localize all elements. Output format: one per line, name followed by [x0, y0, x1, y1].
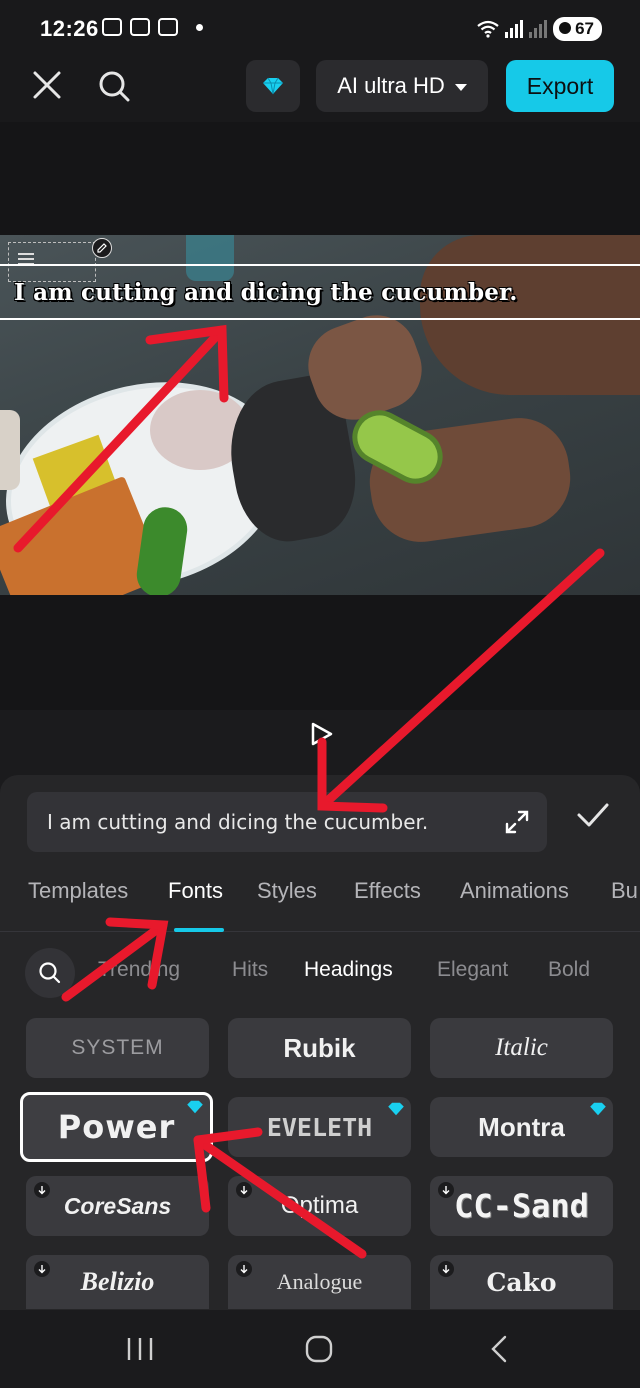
caption-input[interactable]	[47, 804, 487, 840]
expand-icon[interactable]	[504, 809, 530, 835]
home-icon[interactable]	[304, 1334, 334, 1364]
battery-indicator: 67	[553, 17, 602, 41]
quality-label: AI ultra HD	[337, 73, 445, 98]
status-time: 12:26	[40, 16, 99, 41]
search-icon[interactable]	[96, 68, 132, 104]
font-option-cc-sand[interactable]: CC-Sand	[430, 1176, 613, 1236]
font-option-belizio[interactable]: Belizio	[26, 1255, 209, 1309]
status-bar: 12:26 67	[0, 0, 640, 60]
font-option-italic[interactable]: Italic	[430, 1018, 613, 1078]
play-icon[interactable]	[309, 721, 335, 747]
font-option-system[interactable]: SYSTEM	[26, 1018, 209, 1078]
signal-icon-secondary	[529, 20, 548, 38]
tab-fonts[interactable]: Fonts	[168, 878, 223, 904]
caption-overlay-text[interactable]: I am cutting and dicing the cucumber.	[14, 279, 518, 306]
system-navigation-bar	[0, 1310, 640, 1388]
back-icon[interactable]	[488, 1334, 510, 1364]
tab-bubble[interactable]: Bu	[611, 878, 638, 904]
close-icon[interactable]	[30, 68, 64, 102]
system-icons: 67	[477, 17, 602, 41]
category-hits[interactable]: Hits	[232, 958, 268, 982]
font-option-rubik[interactable]: Rubik	[228, 1018, 411, 1078]
font-option-optima[interactable]: Optima	[228, 1176, 411, 1236]
download-icon	[236, 1261, 252, 1277]
pro-diamond-icon	[388, 1102, 404, 1116]
download-icon	[34, 1182, 50, 1198]
export-button[interactable]: Export	[506, 60, 614, 112]
screenshot-icon	[130, 18, 150, 36]
pro-diamond-icon	[590, 1102, 606, 1116]
category-headings[interactable]: Headings	[304, 958, 393, 982]
category-bold[interactable]: Bold	[548, 958, 590, 982]
game-icon	[158, 18, 178, 36]
editor-toolbar: AI ultra HD Export	[0, 60, 640, 122]
download-icon	[438, 1261, 454, 1277]
font-option-cako[interactable]: Cako	[430, 1255, 613, 1309]
edit-icon[interactable]	[92, 238, 112, 258]
font-option-montra[interactable]: Montra	[430, 1097, 613, 1157]
more-dot-icon	[196, 23, 203, 31]
signal-icon	[505, 20, 524, 38]
recents-icon[interactable]	[126, 1336, 154, 1362]
chevron-down-icon	[454, 83, 467, 91]
download-icon	[34, 1261, 50, 1277]
download-icon	[438, 1182, 454, 1198]
quality-dropdown[interactable]: AI ultra HD	[316, 60, 488, 112]
active-tab-indicator	[174, 928, 224, 932]
tab-animations[interactable]: Animations	[460, 878, 569, 904]
wifi-icon	[477, 20, 499, 38]
category-trending[interactable]: Trending	[98, 958, 180, 982]
category-elegant[interactable]: Elegant	[437, 958, 508, 982]
search-icon	[39, 962, 61, 984]
caption-input-field[interactable]	[27, 792, 547, 852]
diamond-icon	[263, 77, 283, 95]
game-icon	[102, 18, 122, 36]
font-option-coresans[interactable]: CoreSans	[26, 1176, 209, 1236]
panel-tabs: Templates Fonts Styles Effects Animation…	[0, 870, 640, 932]
check-icon[interactable]	[575, 797, 611, 833]
font-option-power[interactable]: Power	[20, 1092, 213, 1162]
pro-diamond-icon	[187, 1100, 203, 1114]
tab-styles[interactable]: Styles	[257, 878, 317, 904]
tab-effects[interactable]: Effects	[354, 878, 421, 904]
font-option-analogue[interactable]: Analogue	[228, 1255, 411, 1309]
tab-templates[interactable]: Templates	[28, 878, 128, 904]
notification-icons	[102, 18, 203, 36]
download-icon	[236, 1182, 252, 1198]
font-option-eveleth[interactable]: EVELETH	[228, 1097, 411, 1157]
pro-button[interactable]	[246, 60, 300, 112]
font-search-button[interactable]	[25, 948, 75, 998]
